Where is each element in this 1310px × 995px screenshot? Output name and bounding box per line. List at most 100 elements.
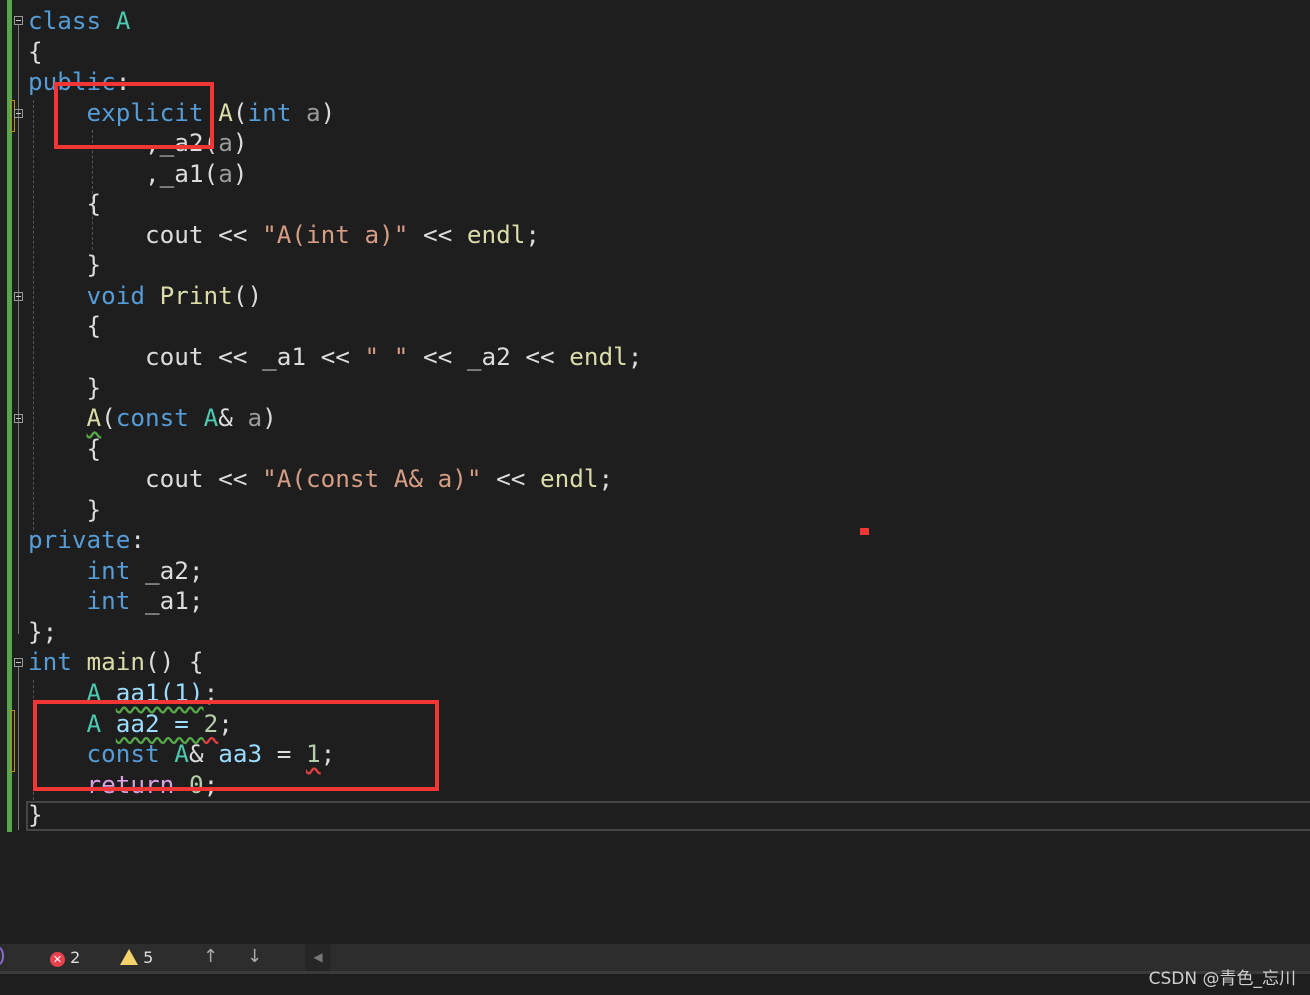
code-token: { bbox=[28, 189, 102, 219]
code-line[interactable]: ,_a1(a) bbox=[28, 159, 642, 190]
code-token: _a2 bbox=[466, 342, 511, 372]
code-token: int bbox=[28, 647, 72, 677]
annotation-box-explicit bbox=[54, 82, 214, 149]
code-line[interactable]: } bbox=[28, 800, 642, 831]
annotation-box-main bbox=[33, 700, 439, 791]
previous-issue-button[interactable]: ↑ bbox=[203, 946, 218, 967]
code-line[interactable]: { bbox=[28, 311, 642, 342]
code-token: Print bbox=[159, 280, 233, 310]
intellicode-icon[interactable] bbox=[0, 947, 4, 965]
code-token: } bbox=[28, 250, 102, 280]
code-token: a bbox=[247, 403, 263, 433]
code-token: : bbox=[130, 525, 146, 555]
code-token: int bbox=[86, 586, 131, 616]
code-line[interactable]: { bbox=[28, 37, 642, 68]
code-token: & bbox=[218, 403, 248, 433]
code-token: { bbox=[28, 311, 102, 341]
warning-indicator[interactable]: 5 bbox=[120, 948, 153, 967]
code-token: ; bbox=[525, 219, 541, 249]
collapse-icon[interactable] bbox=[14, 109, 23, 118]
code-token: main bbox=[86, 647, 146, 677]
collapse-icon[interactable] bbox=[14, 292, 23, 301]
code-token: _a2; bbox=[130, 555, 204, 585]
code-line[interactable]: } bbox=[28, 250, 642, 281]
code-token: } bbox=[28, 372, 102, 402]
next-issue-button[interactable]: ↓ bbox=[247, 946, 262, 967]
error-icon: ✕ bbox=[50, 952, 65, 967]
code-token: A bbox=[203, 403, 219, 433]
code-token: ; bbox=[598, 464, 614, 494]
code-token: ( bbox=[232, 97, 248, 127]
code-line[interactable]: private: bbox=[28, 525, 642, 556]
code-token: const bbox=[115, 403, 189, 433]
fold-line bbox=[18, 666, 19, 830]
code-token: << bbox=[305, 342, 365, 372]
code-token: cout << bbox=[28, 464, 263, 494]
code-token: private bbox=[28, 525, 131, 555]
code-token: int bbox=[86, 555, 131, 585]
code-token: endl bbox=[466, 219, 526, 249]
code-token: ( bbox=[203, 158, 219, 188]
code-token: ) bbox=[262, 403, 277, 433]
code-token: ( bbox=[101, 403, 116, 433]
code-token: ) bbox=[320, 97, 336, 127]
code-line[interactable]: } bbox=[28, 495, 642, 526]
code-token: " " bbox=[364, 342, 409, 372]
code-token: a bbox=[306, 97, 321, 127]
code-token: ) bbox=[232, 128, 248, 158]
code-line[interactable]: } bbox=[28, 373, 642, 404]
code-token: A bbox=[115, 6, 131, 35]
code-token: }; bbox=[28, 616, 58, 646]
status-bar: ✕ 2 5 ↑ ↓ ◀ bbox=[0, 944, 1310, 971]
code-token: ; bbox=[627, 342, 643, 372]
code-line[interactable]: A(const A& a) bbox=[28, 403, 642, 434]
code-token: { bbox=[28, 36, 43, 66]
warning-icon bbox=[120, 949, 138, 965]
horizontal-scrollbar[interactable] bbox=[0, 971, 1310, 974]
code-line[interactable]: { bbox=[28, 189, 642, 220]
collapse-icon[interactable] bbox=[14, 16, 23, 25]
code-line[interactable]: cout << "A(const A& a)" << endl; bbox=[28, 464, 642, 495]
collapse-icon[interactable] bbox=[14, 414, 23, 423]
code-token: "A(const A& a)" bbox=[262, 464, 482, 494]
code-token: << bbox=[408, 342, 467, 372]
code-line[interactable]: cout << "A(int a)" << endl; bbox=[28, 220, 642, 251]
code-token: A bbox=[86, 403, 102, 433]
collapse-icon[interactable] bbox=[14, 658, 23, 667]
code-token: << bbox=[481, 464, 540, 494]
code-line[interactable]: int _a1; bbox=[28, 586, 642, 617]
code-line[interactable]: { bbox=[28, 434, 642, 465]
code-token: a bbox=[218, 158, 233, 188]
code-token: endl bbox=[540, 464, 599, 494]
code-token: { bbox=[28, 433, 102, 463]
scroll-left-button[interactable]: ◀ bbox=[305, 944, 331, 971]
code-token: ) bbox=[232, 158, 248, 188]
change-marker bbox=[10, 710, 15, 772]
code-token: cout << bbox=[28, 342, 263, 372]
error-indicator[interactable]: ✕ 2 bbox=[50, 948, 80, 967]
code-line[interactable]: int _a2; bbox=[28, 556, 642, 587]
code-token: , bbox=[28, 158, 160, 188]
code-line[interactable]: void Print() bbox=[28, 281, 642, 312]
watermark: CSDN @青色_忘川 bbox=[1148, 969, 1296, 989]
code-token: A bbox=[218, 97, 233, 127]
code-token: () { bbox=[145, 647, 204, 677]
code-token: _a1 bbox=[262, 342, 306, 372]
code-token: << bbox=[408, 219, 467, 249]
code-token: cout << bbox=[28, 219, 263, 249]
annotation-dot bbox=[860, 528, 869, 535]
code-token: "A(int a)" bbox=[262, 219, 409, 249]
code-line[interactable]: int main() { bbox=[28, 647, 642, 678]
code-token: _a1; bbox=[130, 586, 204, 616]
code-line[interactable]: cout << _a1 << " " << _a2 << endl; bbox=[28, 342, 642, 373]
code-line[interactable]: }; bbox=[28, 617, 642, 648]
code-line[interactable]: class A bbox=[28, 6, 642, 37]
